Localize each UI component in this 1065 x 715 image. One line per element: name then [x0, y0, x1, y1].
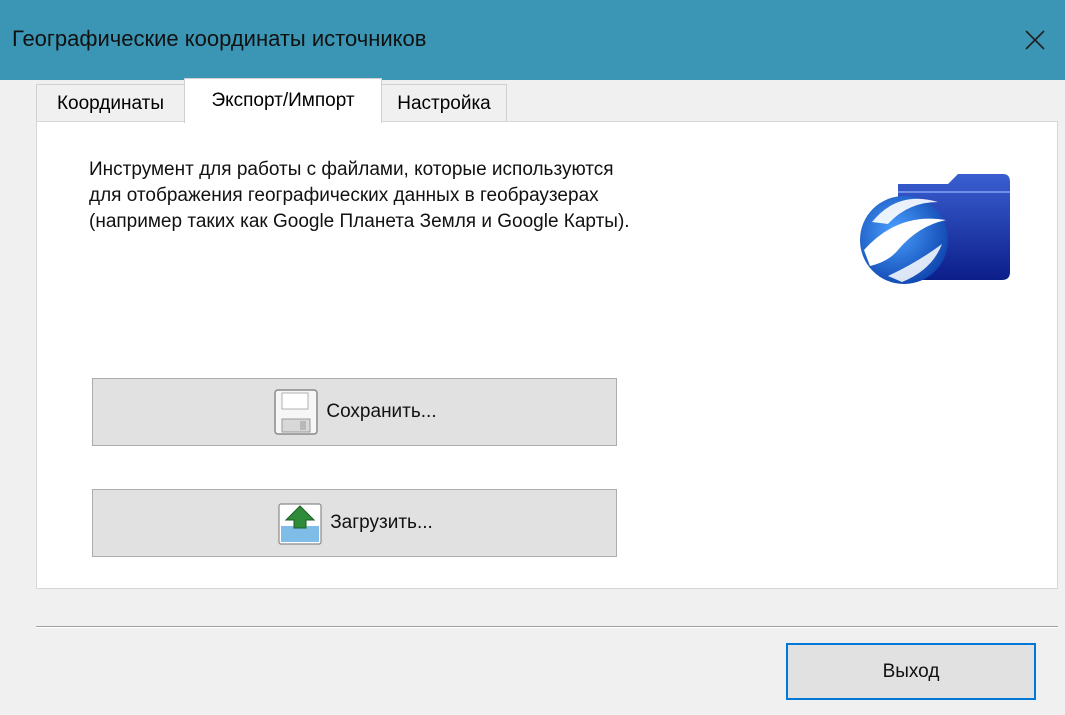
upload-tray-icon [278, 503, 322, 545]
load-button[interactable]: Загрузить... [92, 489, 617, 557]
save-button-label: Сохранить... [326, 401, 437, 422]
description-text: Инструмент для работы с файлами, которые… [89, 157, 789, 235]
exit-button-label: Выход [882, 660, 940, 682]
google-earth-folder-icon [860, 174, 1010, 284]
tab-coordinates-label: Координаты [56, 92, 165, 114]
footer-separator [36, 626, 1058, 628]
close-icon [1025, 30, 1045, 50]
window-title: Географические координаты источников [12, 26, 427, 51]
exit-button[interactable]: Выход [786, 643, 1036, 700]
tab-settings[interactable]: Настройка [381, 84, 507, 122]
save-button[interactable]: Сохранить... [92, 378, 617, 446]
floppy-disk-icon [274, 389, 319, 435]
tab-export-import[interactable]: Экспорт/Импорт [184, 78, 382, 123]
load-button-label: Загрузить... [330, 512, 433, 533]
tab-coordinates[interactable]: Координаты [36, 84, 185, 122]
close-button[interactable] [1005, 0, 1065, 80]
title-bar: Географические координаты источников [0, 0, 1065, 80]
description-line: (например таких как Google Планета Земля… [89, 211, 630, 232]
tab-export-import-label: Экспорт/Импорт [211, 90, 355, 111]
description-line: для отображения географических данных в … [89, 185, 599, 206]
tab-settings-label: Настройка [397, 92, 491, 114]
description-line: Инструмент для работы с файлами, которые… [89, 159, 614, 180]
